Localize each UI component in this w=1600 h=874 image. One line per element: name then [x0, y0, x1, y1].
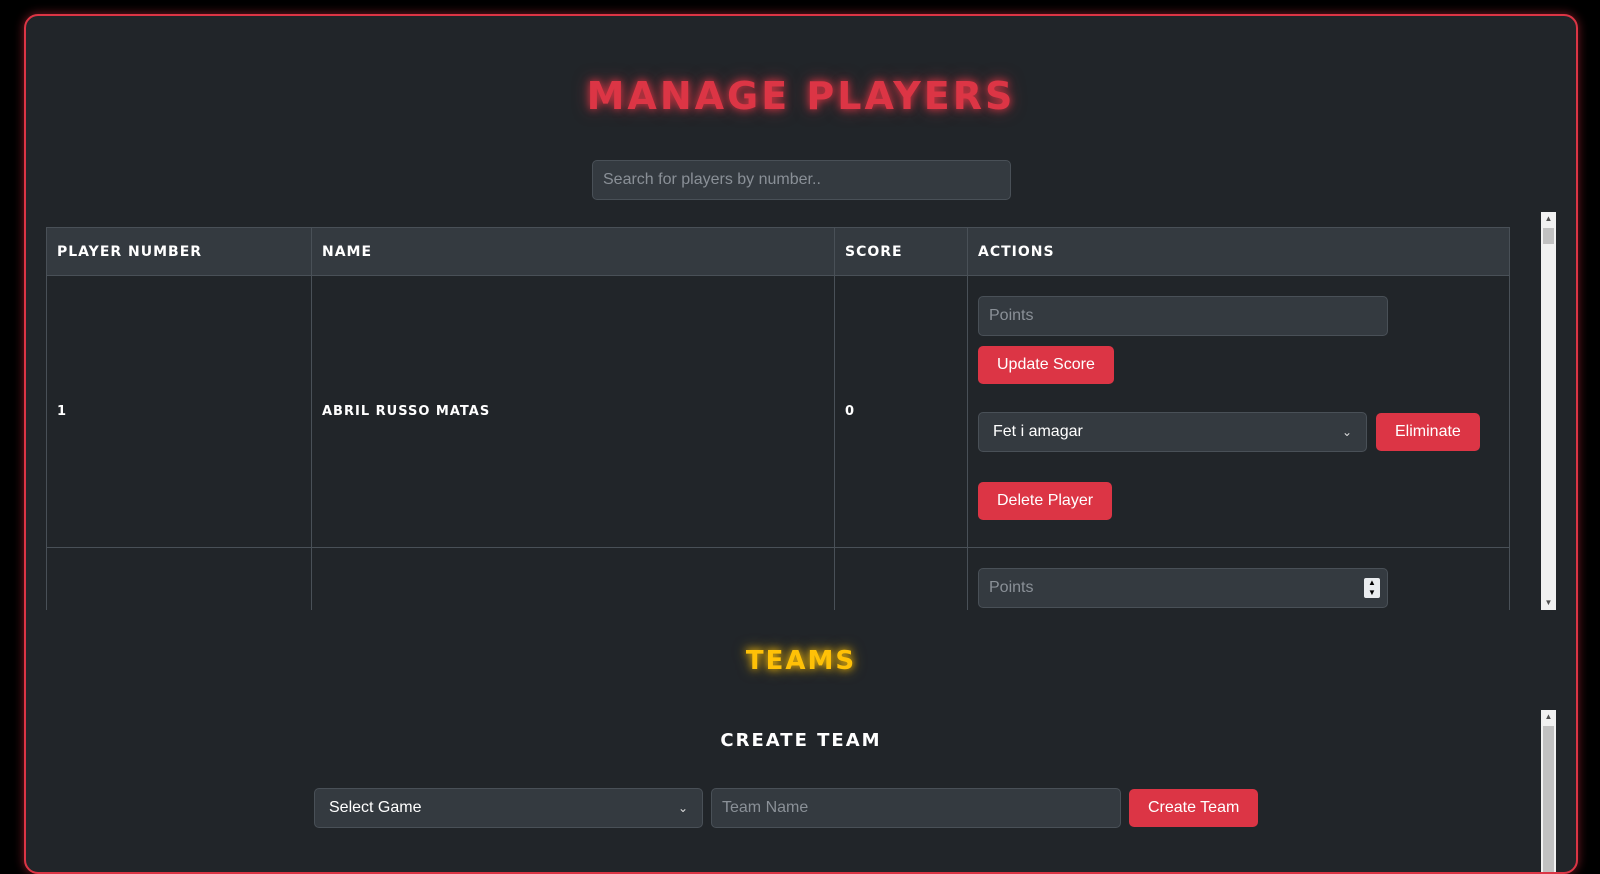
- game-select-value: Fet i amagar: [993, 423, 1083, 440]
- create-team-form: Select Game ⌄ Create Team: [314, 788, 1259, 828]
- player-actions-cell: ▲▼: [967, 547, 1510, 610]
- teams-title: Teams: [745, 646, 857, 676]
- column-header-score: Score: [834, 227, 968, 276]
- player-name-cell: Abril Russo Matas: [311, 275, 835, 548]
- player-number-cell: [46, 547, 312, 610]
- page-title: Manage Players: [586, 74, 1016, 118]
- players-table-container: Player Number Name Score Actions 1 Abril…: [46, 212, 1536, 610]
- column-header-name: Name: [311, 227, 835, 276]
- table-row: 1 Abril Russo Matas 0 Update Score Fet i…: [46, 275, 1510, 548]
- player-actions-cell: Update Score Fet i amagar ⌄ Eliminate De…: [967, 275, 1510, 548]
- scroll-down-arrow-icon[interactable]: ▼: [1541, 596, 1556, 610]
- scroll-up-arrow-icon[interactable]: ▲: [1541, 710, 1556, 724]
- column-header-actions: Actions: [967, 227, 1510, 276]
- number-spinner-icon[interactable]: ▲ ▼: [1364, 578, 1380, 598]
- eliminate-row: Fet i amagar ⌄ Eliminate: [978, 412, 1499, 452]
- select-game-value: Select Game: [329, 799, 422, 816]
- search-input[interactable]: [592, 160, 1011, 200]
- points-input-wrapper: ▲▼: [978, 568, 1388, 608]
- main-panel: Manage Players Player Number Name Score …: [24, 14, 1578, 874]
- table-header-row: Player Number Name Score Actions: [46, 227, 1510, 276]
- points-input[interactable]: [978, 296, 1388, 336]
- update-score-button[interactable]: Update Score: [978, 346, 1114, 384]
- select-game-dropdown[interactable]: Select Game ⌄: [314, 788, 703, 828]
- create-team-title: Create Team: [720, 730, 882, 751]
- table-row: ▲▼: [46, 547, 1510, 610]
- points-input[interactable]: [978, 568, 1388, 608]
- scrollbar-thumb[interactable]: [1543, 228, 1554, 244]
- players-table-scrollbar[interactable]: ▲ ▼: [1541, 212, 1556, 610]
- players-table: Player Number Name Score Actions 1 Abril…: [46, 227, 1510, 610]
- delete-player-button[interactable]: Delete Player: [978, 482, 1113, 520]
- create-team-button[interactable]: Create Team: [1129, 789, 1259, 827]
- player-number-cell: 1: [46, 275, 312, 548]
- chevron-down-icon: ⌄: [677, 801, 688, 815]
- scroll-up-arrow-icon[interactable]: ▲: [1541, 212, 1556, 226]
- player-score-cell: 0: [834, 275, 968, 548]
- game-select[interactable]: Fet i amagar ⌄: [978, 412, 1367, 452]
- chevron-down-icon: ⌄: [1341, 425, 1352, 439]
- eliminate-button[interactable]: Eliminate: [1376, 413, 1480, 451]
- player-score-cell: [834, 547, 968, 610]
- team-name-input[interactable]: [711, 788, 1121, 828]
- column-header-player-number: Player Number: [46, 227, 312, 276]
- player-name-cell: [311, 547, 835, 610]
